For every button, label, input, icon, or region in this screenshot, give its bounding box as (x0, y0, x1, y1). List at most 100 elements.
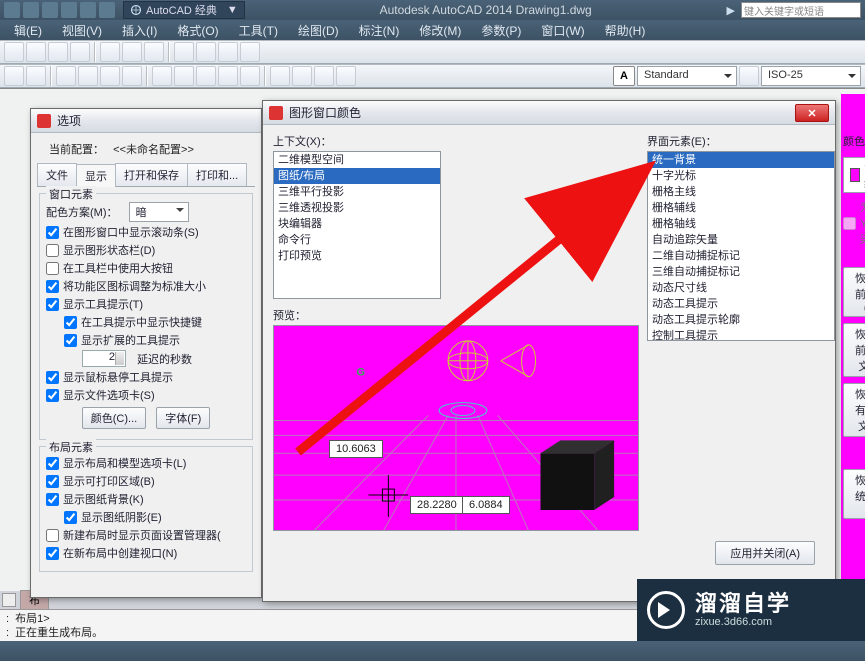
qat-new-icon[interactable] (4, 2, 20, 18)
tb-icon[interactable] (218, 66, 238, 86)
tb-text-icon[interactable]: A (613, 66, 635, 86)
menu-item[interactable]: 工具(T) (229, 20, 288, 41)
tb-icon[interactable] (48, 42, 68, 62)
dimstyle-combo[interactable]: ISO-25 (761, 66, 861, 86)
chk-paper-shadow[interactable] (64, 511, 77, 524)
restore-current-element-button[interactable]: 恢复当前元素(R) (843, 267, 865, 317)
chk-ribbonicon[interactable] (46, 280, 59, 293)
menu-item[interactable]: 格式(O) (167, 20, 228, 41)
tb-icon[interactable] (26, 42, 46, 62)
tb-icon[interactable] (196, 66, 216, 86)
colors-button[interactable]: 颜色(C)... (82, 407, 146, 429)
options-tab[interactable]: 打开和保存 (115, 163, 188, 186)
menu-item[interactable]: 参数(P) (471, 20, 531, 41)
restore-current-context-button[interactable]: 恢复当前上下文(U) (843, 323, 865, 377)
tb-dim-icon[interactable] (739, 66, 759, 86)
element-item[interactable]: 控制工具提示 (648, 328, 834, 341)
colorscheme-combo[interactable]: 暗 (129, 202, 189, 222)
element-item[interactable]: 三维自动捕捉标记 (648, 264, 834, 280)
menu-item[interactable]: 修改(M) (409, 20, 471, 41)
restore-all-contexts-button[interactable]: 恢复所有上下文(O) (843, 383, 865, 437)
close-button[interactable]: ✕ (795, 104, 829, 122)
element-item[interactable]: 动态工具提示 (648, 296, 834, 312)
element-listbox[interactable]: 统一背景十字光标栅格主线栅格辅线栅格轴线自动追踪矢量二维自动捕捉标记三维自动捕捉… (647, 151, 835, 341)
chk-bigbtn[interactable] (46, 262, 59, 275)
keyword-search[interactable]: 键入关键字或短语 (741, 2, 861, 18)
options-tab[interactable]: 文件 (37, 163, 77, 186)
chk-layout-tabs[interactable] (46, 457, 59, 470)
context-item[interactable]: 图纸/布局 (274, 168, 440, 184)
element-item[interactable]: 二维自动捕捉标记 (648, 248, 834, 264)
element-item[interactable]: 栅格轴线 (648, 216, 834, 232)
context-listbox[interactable]: 二维模型空间图纸/布局三维平行投影三维透视投影块编辑器命令行打印预览 (273, 151, 441, 299)
tb-icon[interactable] (100, 66, 120, 86)
element-item[interactable]: 栅格辅线 (648, 200, 834, 216)
qat-undo-icon[interactable] (80, 2, 96, 18)
tb-icon[interactable] (152, 66, 172, 86)
tb-icon[interactable] (314, 66, 334, 86)
tb-icon[interactable] (270, 66, 290, 86)
textstyle-combo[interactable]: Standard (637, 66, 737, 86)
workspace-switcher[interactable]: AutoCAD 经典 ▼ (123, 1, 245, 19)
menu-item[interactable]: 绘图(D) (288, 20, 349, 41)
delay-seconds-input[interactable]: 2 (82, 350, 126, 367)
options-tab[interactable]: 打印和... (187, 163, 247, 186)
tb-icon[interactable] (4, 66, 24, 86)
context-item[interactable]: 块编辑器 (274, 216, 440, 232)
apply-close-button[interactable]: 应用并关闭(A) (715, 541, 815, 565)
chk-ext-tips[interactable] (64, 334, 77, 347)
tb-icon[interactable] (78, 66, 98, 86)
chk-hover[interactable] (46, 371, 59, 384)
chk-tooltips[interactable] (46, 298, 59, 311)
tb-icon[interactable] (122, 42, 142, 62)
tb-icon[interactable] (240, 42, 260, 62)
tb-icon[interactable] (292, 66, 312, 86)
element-item[interactable]: 动态工具提示轮廓 (648, 312, 834, 328)
chk-shortcuts[interactable] (64, 316, 77, 329)
context-item[interactable]: 命令行 (274, 232, 440, 248)
context-item[interactable]: 三维平行投影 (274, 184, 440, 200)
search-play-icon[interactable]: ▶ (727, 4, 735, 17)
tb-icon[interactable] (218, 42, 238, 62)
context-item[interactable]: 二维模型空间 (274, 152, 440, 168)
tb-icon[interactable] (122, 66, 142, 86)
chk-newlayout-vp[interactable] (46, 547, 59, 560)
chk-filetabs[interactable] (46, 389, 59, 402)
chk-paper-bg[interactable] (46, 493, 59, 506)
tb-icon[interactable] (26, 66, 46, 86)
context-item[interactable]: 打印预览 (274, 248, 440, 264)
chk-scrollbars[interactable] (46, 226, 59, 239)
tb-icon[interactable] (174, 42, 194, 62)
tb-icon[interactable] (100, 42, 120, 62)
fonts-button[interactable]: 字体(F) (156, 407, 210, 429)
menu-item[interactable]: 帮助(H) (595, 20, 656, 41)
chk-newlayout-pm[interactable] (46, 529, 59, 542)
menu-item[interactable]: 插入(I) (112, 20, 167, 41)
element-item[interactable]: 十字光标 (648, 168, 834, 184)
tb-icon[interactable] (70, 42, 90, 62)
qat-print-icon[interactable] (61, 2, 77, 18)
menu-item[interactable]: 辑(E) (4, 20, 52, 41)
tb-icon[interactable] (174, 66, 194, 86)
qat-save-icon[interactable] (42, 2, 58, 18)
qat-open-icon[interactable] (23, 2, 39, 18)
tb-icon[interactable] (4, 42, 24, 62)
tb-icon[interactable] (336, 66, 356, 86)
tb-icon[interactable] (144, 42, 164, 62)
element-item[interactable]: 栅格主线 (648, 184, 834, 200)
tb-icon[interactable] (196, 42, 216, 62)
menu-item[interactable]: 视图(V) (52, 20, 112, 41)
element-item[interactable]: 动态尺寸线 (648, 280, 834, 296)
options-tab[interactable]: 显示 (76, 164, 116, 187)
chk-statusbar[interactable] (46, 244, 59, 257)
chk-print-area[interactable] (46, 475, 59, 488)
element-item[interactable]: 统一背景 (648, 152, 834, 168)
context-item[interactable]: 三维透视投影 (274, 200, 440, 216)
color-combo[interactable]: 洋红 (843, 157, 865, 193)
tb-icon[interactable] (240, 66, 260, 86)
element-item[interactable]: 自动追踪矢量 (648, 232, 834, 248)
menu-item[interactable]: 标注(N) (349, 20, 410, 41)
menu-item[interactable]: 窗口(W) (531, 20, 594, 41)
tab-prev-icon[interactable] (2, 593, 16, 607)
qat-redo-icon[interactable] (99, 2, 115, 18)
